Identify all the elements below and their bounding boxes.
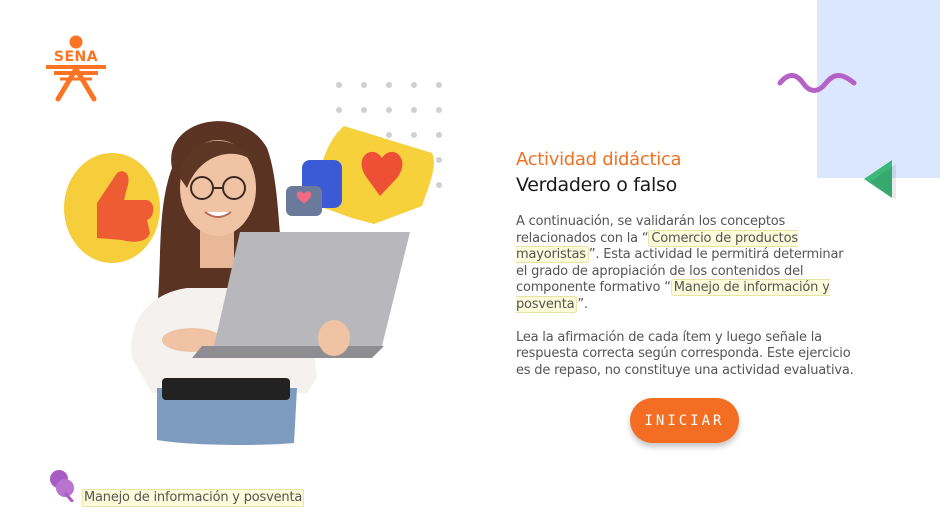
intro-paragraph: A continuación, se validarán los concept… [516,214,856,314]
triangle-icon [864,160,896,200]
start-button[interactable]: INICIAR [630,398,739,443]
woman-with-laptop-illustration [64,121,434,445]
squiggle-icon [777,73,857,93]
logo-text: SENA [53,49,99,65]
thumbs-up-bubble-icon [64,153,160,263]
pin-icon [50,470,74,502]
module-label: Manejo de información y posventa [82,489,305,507]
activity-description: Actividad didáctica Verdadero o falso A … [516,148,856,379]
activity-title: Verdadero o falso [516,174,677,196]
activity-kicker: Actividad didáctica [516,149,682,170]
chat-bubble-icon [286,160,342,216]
intro-text-3: ”. [577,296,588,312]
instructions-paragraph: Lea la afirmación de cada ítem y luego s… [516,329,854,378]
activity-intro-screen: SENA Actividad didáctica Verdadero o fal… [0,0,940,528]
sena-logo: SENA [40,33,112,103]
